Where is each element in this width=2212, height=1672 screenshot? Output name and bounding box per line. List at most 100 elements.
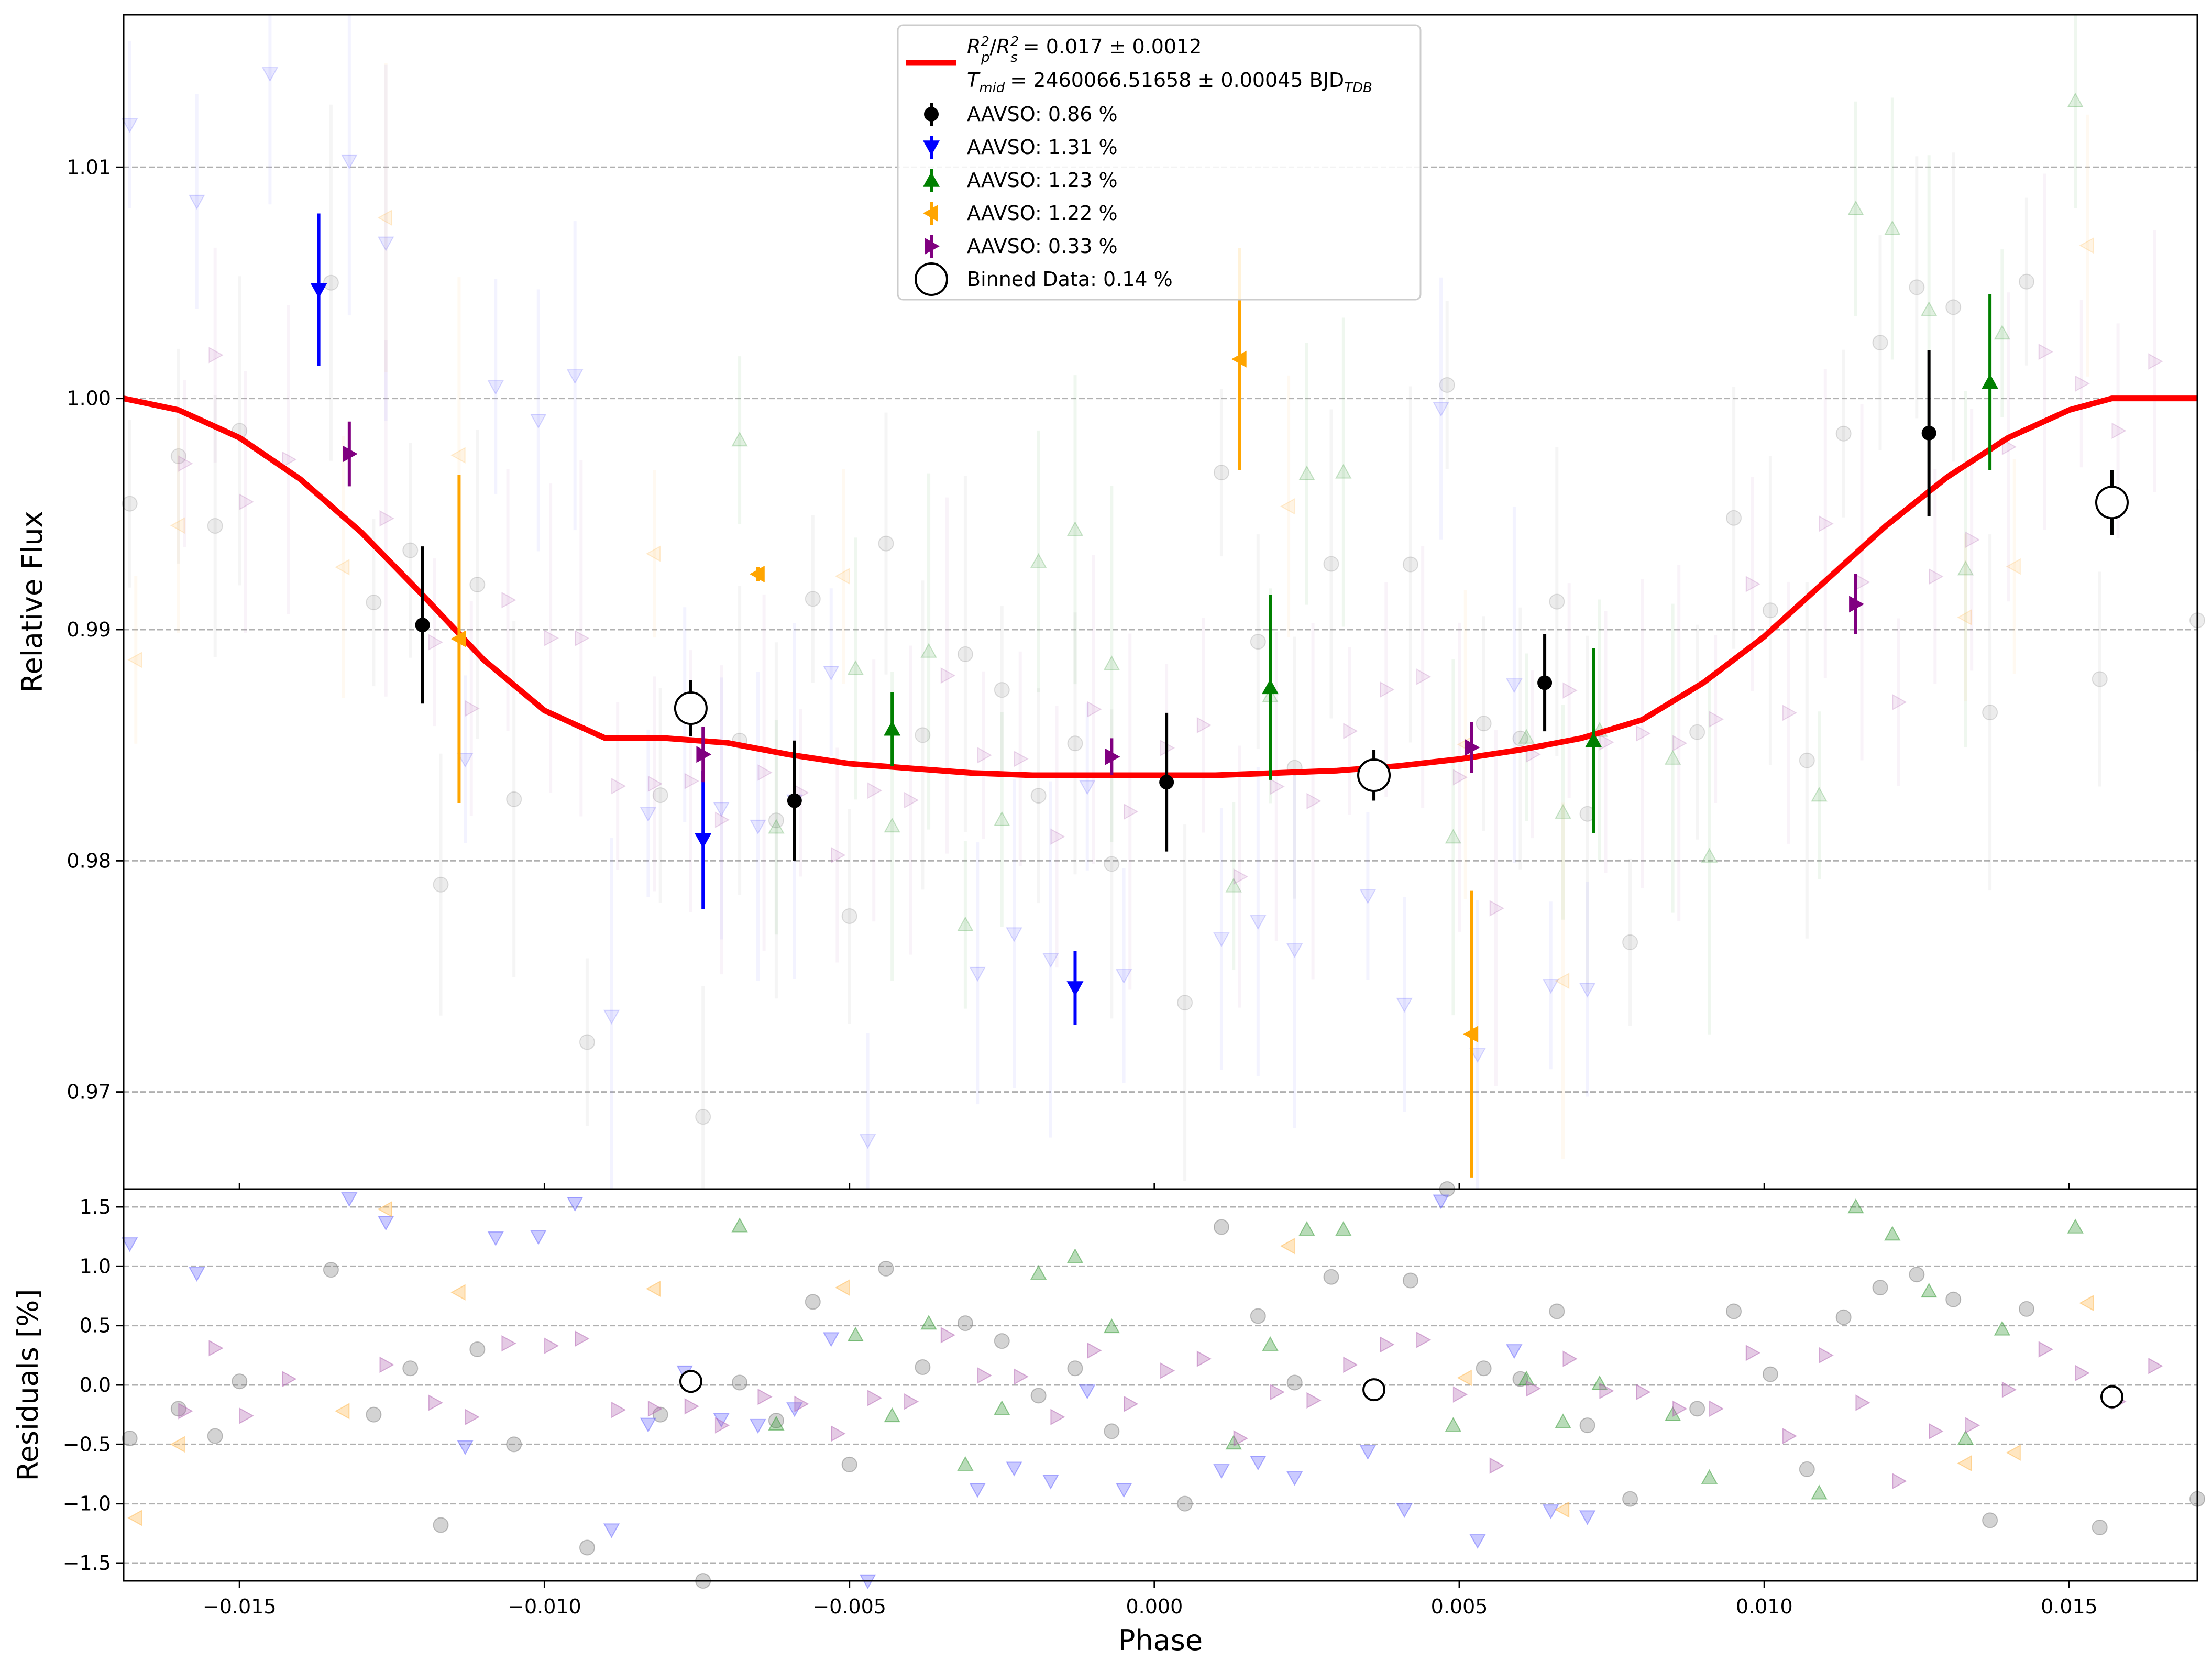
faint-data-point: [1006, 927, 1022, 942]
residual-point: [1213, 1219, 1229, 1235]
residual-point: [1030, 1264, 1047, 1280]
residual-point: [1452, 1386, 1468, 1403]
residual-y-ticks: 1.5 1.0 0.5 0.0 −0.5 −1.0 −1.5: [63, 1195, 124, 1575]
residual-point: [2067, 1218, 2084, 1234]
x-tick-label: 0.010: [1736, 1595, 1793, 1618]
faint-data-point: [1104, 856, 1120, 872]
residual-point: [506, 1436, 522, 1453]
residual-point: [377, 1216, 394, 1231]
residual-gridlines: [124, 1206, 2197, 1564]
data-point: [1982, 373, 1999, 389]
residual-point: [1782, 1427, 1797, 1445]
faint-data-point: [121, 118, 138, 133]
residual-point: [208, 1340, 224, 1357]
residuals-panel: 1.51.00.50.0−0.5−1.0−1.5 −0.015 −0.010 −0.…: [12, 1181, 2205, 1657]
residual-point: [1445, 1417, 1462, 1432]
residual-point: [1006, 1461, 1022, 1477]
faint-data-point: [323, 274, 339, 291]
residual-y-tick-label: 0.5: [80, 1314, 111, 1337]
residual-point: [1636, 1383, 1651, 1401]
faint-data-point: [1298, 465, 1315, 480]
data-point: [1357, 758, 1391, 793]
faint-data-point: [957, 646, 973, 662]
data-point: [787, 793, 802, 808]
residual-x-ticks: −0.015 −0.010 −0.005 0.000 0.005 0.010 0.015: [203, 1581, 2098, 1618]
residual-y-tick-label: 0.0: [80, 1373, 111, 1396]
residual-point: [977, 1367, 992, 1384]
faint-data-point: [469, 577, 486, 593]
residual-point: [1396, 1503, 1413, 1519]
faint-data-point: [878, 535, 894, 552]
residual-point: [1555, 1413, 1571, 1428]
residual-point: [1233, 1430, 1248, 1447]
residual-point: [603, 1523, 620, 1538]
residual-point: [1079, 1384, 1096, 1400]
residual-y-tick-label: −0.5: [63, 1433, 111, 1456]
faint-data-point: [1762, 602, 1778, 619]
legend-entry-label: Binned Data: 0.14 %: [967, 268, 1173, 291]
residual-y-axis-title: Residuals [%]: [12, 1289, 45, 1481]
residual-point: [1599, 1382, 1614, 1400]
residual-point: [189, 1267, 205, 1282]
residual-point: [402, 1360, 419, 1377]
faint-data-point: [1213, 932, 1230, 948]
residual-point: [121, 1237, 138, 1252]
residual-point: [544, 1337, 559, 1354]
residual-point: [884, 1407, 900, 1423]
residual-point: [1050, 1409, 1065, 1425]
data-point: [310, 283, 327, 299]
residual-point: [1965, 1417, 1980, 1434]
faint-data-point: [1872, 335, 1888, 351]
residual-point: [1799, 1461, 1815, 1477]
faint-data-point: [1066, 521, 1084, 536]
residual-point: [940, 1327, 956, 1344]
faint-data-point: [1103, 655, 1120, 670]
residual-point: [1213, 1464, 1230, 1479]
residual-point: [1476, 1360, 1492, 1377]
faint-data-point: [1213, 465, 1229, 481]
faint-data-point: [603, 1009, 620, 1025]
faint-data-point: [1920, 301, 1938, 316]
x-tick-label: −0.010: [508, 1595, 581, 1618]
faint-data-point: [366, 595, 382, 611]
main-y-tick-label: 1.01: [67, 156, 111, 179]
faint-data-point: [1579, 983, 1596, 998]
residual-point: [1920, 1282, 1938, 1298]
residual-point: [127, 1510, 142, 1526]
residual-point: [1380, 1336, 1395, 1353]
faint-data-point: [805, 591, 821, 607]
faint-data-point: [847, 660, 864, 675]
residual-point: [457, 1440, 474, 1455]
residual-point: [1306, 1392, 1322, 1409]
main-y-tick-label: 1.00: [67, 387, 111, 410]
faint-data-point: [1476, 716, 1492, 732]
residual-point: [469, 1341, 486, 1357]
residual-point: [428, 1394, 443, 1411]
faint-data-point: [1396, 997, 1413, 1013]
residual-y-tick-label: 1.0: [80, 1255, 111, 1278]
residual-point: [465, 1409, 480, 1425]
residual-y-tick-label: −1.5: [63, 1552, 111, 1575]
residual-point: [1819, 1347, 1834, 1364]
residual-point: [2018, 1301, 2034, 1317]
legend-entry-label: AAVSO: 0.86 %: [967, 103, 1118, 126]
faint-data-point: [530, 414, 547, 429]
residual-point: [282, 1370, 297, 1388]
faint-data-point: [1811, 787, 1828, 802]
faint-data-point: [1701, 848, 1718, 863]
binned-residual-point: [679, 1370, 702, 1393]
faint-data-point: [1286, 943, 1303, 958]
faint-data-point: [1402, 556, 1418, 573]
residual-point: [207, 1428, 223, 1444]
faint-data-point: [1909, 279, 1925, 295]
residual-point: [1709, 1400, 1724, 1417]
residual-point: [1855, 1394, 1870, 1411]
residual-point: [823, 1332, 840, 1347]
faint-data-point: [433, 876, 449, 893]
main-y-tick-label: 0.97: [67, 1081, 111, 1104]
residual-point: [1042, 1475, 1059, 1490]
faint-data-point: [823, 666, 840, 681]
faint-data-point: [261, 67, 279, 82]
data-point: [1066, 981, 1084, 997]
main-series-points: [310, 213, 2129, 1178]
